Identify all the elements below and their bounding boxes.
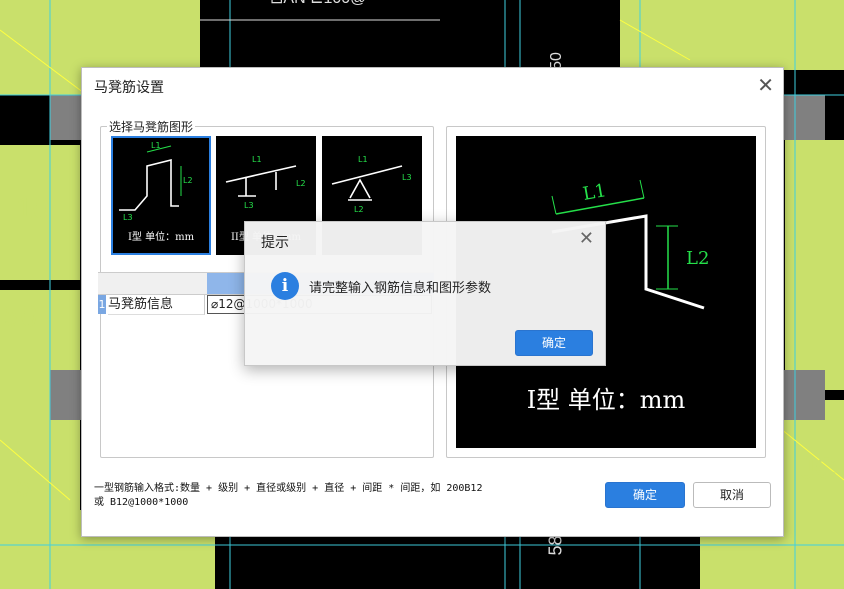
svg-text:L2: L2 (296, 179, 306, 188)
modal-message: 请完整输入钢筋信息和图形参数 (309, 281, 492, 296)
svg-text:L3: L3 (123, 213, 133, 222)
modal-ok-button[interactable]: 确定 (515, 330, 593, 356)
close-icon[interactable]: ✕ (757, 73, 774, 97)
svg-text:L2: L2 (183, 176, 193, 185)
dialog-title: 马凳筋设置 (94, 80, 164, 96)
prompt-modal: 提示 ✕ i 请完整输入钢筋信息和图形参数 确定 (244, 221, 606, 366)
ok-button[interactable]: 确定 (605, 482, 685, 508)
cancel-button[interactable]: 取消 (693, 482, 771, 508)
modal-title: 提示 (261, 235, 289, 251)
preview-dim-l2: L2 (686, 248, 709, 269)
cad-label: 50 (4, 300, 38, 333)
svg-text:L3: L3 (244, 201, 254, 210)
shape-thumbnail-type-1[interactable]: L1 L2 L3 I型 单位：mm (111, 136, 211, 255)
hint-line-1: 一型钢筋输入格式:数量 + 级别 + 直径或级别 + 直径 + 间距 * 间距，… (94, 483, 483, 494)
cad-label: ⊡AN ⊏100@ (270, 0, 366, 8)
info-icon: i (271, 272, 299, 300)
group-title: 选择马凳筋图形 (107, 118, 196, 135)
preview-label: I型 单位：mm (526, 386, 686, 414)
row-number: 1 (98, 295, 106, 314)
preview-dim-l1: L1 (581, 180, 608, 205)
svg-text:L1: L1 (358, 155, 368, 164)
input-format-hint: 一型钢筋输入格式:数量 + 级别 + 直径或级别 + 直径 + 间距 * 间距，… (94, 482, 554, 510)
row-label: 马凳筋信息 (108, 295, 205, 315)
cad-label: -10 (6, 192, 50, 225)
cad-label: JC- (800, 452, 844, 485)
svg-text:L3: L3 (402, 173, 412, 182)
hint-line-2: 或 B12@1000*1000 (94, 497, 189, 508)
cad-label: 58 (545, 535, 566, 556)
thumbnail-label: I型 单位：mm (127, 232, 195, 243)
close-icon[interactable]: ✕ (579, 228, 594, 249)
svg-text:L2: L2 (354, 205, 364, 214)
svg-text:L1: L1 (252, 155, 262, 164)
cad-label: -5 (6, 470, 33, 503)
svg-text:L1: L1 (151, 141, 161, 150)
